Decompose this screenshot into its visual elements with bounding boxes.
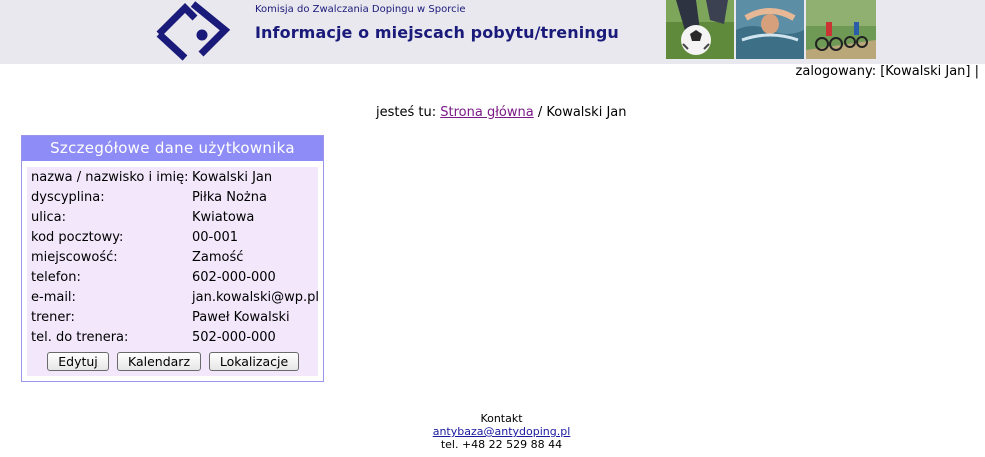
detail-label: dyscyplina: xyxy=(31,190,105,205)
breadcrumb-home-link[interactable]: Strona główna xyxy=(440,105,533,120)
detail-label: tel. do trenera: xyxy=(31,330,129,345)
edit-button[interactable]: Edytuj xyxy=(47,352,109,371)
cyclists-photo xyxy=(806,0,876,59)
detail-value: Zamość xyxy=(192,250,244,265)
site-header: Komisja do Zwalczania Dopingu w Sporcie … xyxy=(0,0,985,64)
detail-label: telefon: xyxy=(31,270,81,285)
detail-label: trener: xyxy=(31,310,75,325)
detail-value: 602-000-000 xyxy=(192,270,276,285)
detail-label: e-mail: xyxy=(31,290,76,305)
contact-label: Kontakt xyxy=(480,412,523,425)
footer-contact: Kontakt antybaza@antydoping.pl tel. +48 … xyxy=(0,412,985,451)
organization-name: Komisja do Zwalczania Dopingu w Sporcie xyxy=(255,4,466,15)
detail-label: nazwa / nazwisko i imię: xyxy=(31,170,189,185)
breadcrumb-prefix: jesteś tu: xyxy=(376,105,437,120)
commission-logo-icon xyxy=(156,1,231,61)
site-title: Informacje o miejscach pobytu/treningu xyxy=(255,23,619,42)
detail-label: miejscowość: xyxy=(31,250,118,265)
breadcrumb-separator: / xyxy=(537,105,543,120)
detail-value: jan.kowalski@wp.pl xyxy=(192,290,319,305)
breadcrumb: jesteś tu: Strona główna / Kowalski Jan xyxy=(376,105,627,120)
breadcrumb-current: Kowalski Jan xyxy=(546,105,627,120)
detail-value: 502-000-000 xyxy=(192,330,276,345)
panel-title: Szczegółowe dane użytkownika xyxy=(22,136,323,161)
detail-value: Piłka Nożna xyxy=(192,190,267,205)
detail-label: ulica: xyxy=(31,210,66,225)
contact-phone: tel. +48 22 529 88 44 xyxy=(440,438,563,451)
detail-value: 00-001 xyxy=(192,230,239,245)
locations-button[interactable]: Lokalizacje xyxy=(209,352,299,371)
user-details-table: nazwa / nazwisko i imię: Kowalski Jan dy… xyxy=(27,167,319,376)
detail-value: Kwiatowa xyxy=(192,210,255,225)
detail-value: Paweł Kowalski xyxy=(192,310,290,325)
calendar-button[interactable]: Kalendarz xyxy=(117,352,201,371)
logged-in-user: zalogowany: [Kowalski Jan] | xyxy=(795,64,979,79)
user-details-panel: Szczegółowe dane użytkownika nazwa / naz… xyxy=(21,135,324,382)
swimmer-photo xyxy=(736,0,804,59)
detail-value: Kowalski Jan xyxy=(192,170,273,185)
detail-label: kod pocztowy: xyxy=(31,230,124,245)
football-photo xyxy=(666,0,734,59)
contact-email-link[interactable]: antybaza@antydoping.pl xyxy=(433,425,571,438)
